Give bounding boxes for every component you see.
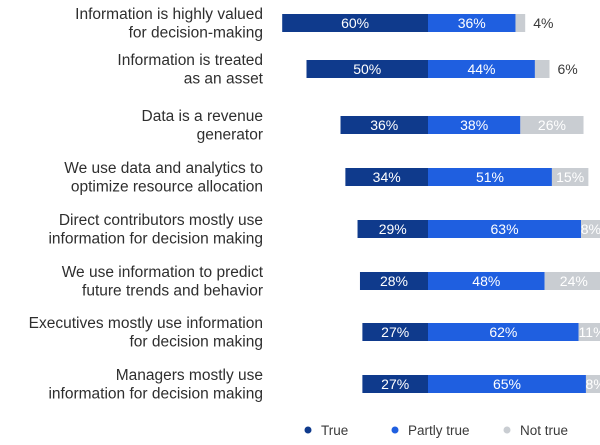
value-label-partly-true: 48% [472, 273, 500, 289]
value-label-partly-true: 65% [493, 376, 521, 392]
category-label: We use information to predict [62, 264, 264, 281]
value-label-not-true: 24% [560, 273, 588, 289]
category-label: Data is a revenue [142, 108, 264, 125]
category-label: for decision making [129, 334, 263, 351]
value-label-partly-true: 44% [467, 61, 495, 77]
value-label-not-true: 6% [558, 61, 578, 77]
category-label: We use data and analytics to [64, 160, 263, 177]
category-label: Executives mostly use information [29, 315, 263, 332]
legend-label: Partly true [408, 423, 470, 438]
value-label-not-true: 15% [556, 169, 584, 185]
value-label-not-true: 8% [581, 221, 600, 237]
value-label-true: 29% [379, 221, 407, 237]
legend-marker [304, 426, 312, 434]
legend-marker [503, 426, 511, 434]
value-label-partly-true: 51% [476, 169, 504, 185]
category-label: Information is treated [117, 52, 263, 69]
legend-item: Not true [503, 423, 568, 438]
legend-item: Partly true [391, 423, 470, 438]
value-label-true: 27% [381, 376, 409, 392]
value-label-not-true: 26% [538, 117, 566, 133]
category-label: for decision-making [129, 25, 263, 42]
value-label-partly-true: 62% [489, 324, 517, 340]
value-label-not-true: 4% [533, 15, 553, 31]
value-label-true: 27% [381, 324, 409, 340]
category-label: Direct contributors mostly use [59, 212, 263, 229]
category-label: generator [197, 127, 263, 144]
legend-marker [391, 426, 399, 434]
legend-label: True [321, 423, 348, 438]
category-label: information for decision making [48, 386, 263, 403]
category-label: as an asset [184, 71, 264, 88]
legend-item: True [304, 423, 348, 438]
legend-label: Not true [520, 423, 568, 438]
value-label-partly-true: 63% [491, 221, 519, 237]
value-label-not-true: 8% [586, 376, 600, 392]
category-label: Managers mostly use [116, 367, 263, 384]
value-label-true: 60% [341, 15, 369, 31]
value-label-partly-true: 36% [458, 15, 486, 31]
value-label-true: 36% [370, 117, 398, 133]
category-label: information for decision making [48, 231, 263, 248]
category-label: optimize resource allocation [71, 179, 263, 196]
value-label-true: 34% [373, 169, 401, 185]
chart-canvas: Information is highly valued for decision… [29, 6, 600, 438]
value-label-true: 28% [380, 273, 408, 289]
value-label-not-true: 11% [579, 324, 600, 340]
bar-not-true [534, 60, 550, 78]
value-label-partly-true: 38% [460, 117, 488, 133]
category-label: future trends and behavior [82, 283, 263, 300]
bar-not-true [515, 14, 526, 32]
value-label-true: 50% [353, 61, 381, 77]
stacked-bar-chart: Information is highly valued for decision… [0, 0, 600, 445]
category-label: Information is highly valued [75, 6, 263, 23]
